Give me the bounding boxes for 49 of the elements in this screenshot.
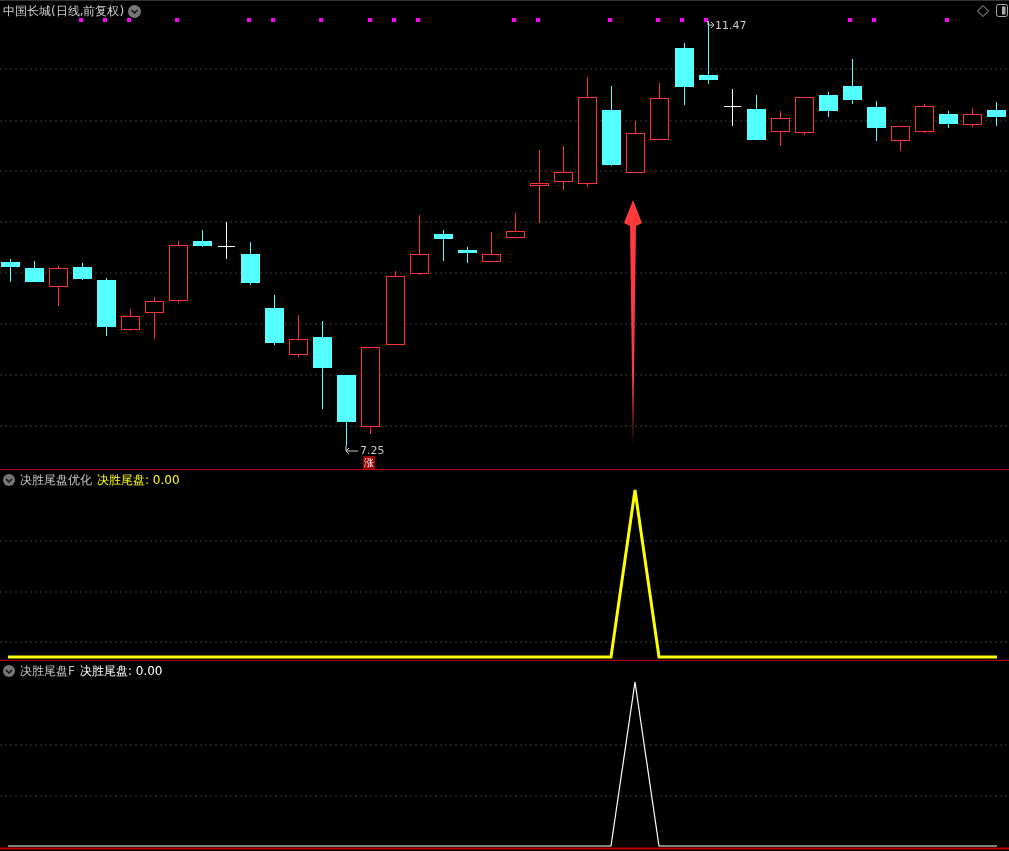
dropdown-icon[interactable] bbox=[3, 474, 15, 486]
candlestick bbox=[795, 96, 814, 136]
candlestick bbox=[289, 314, 308, 358]
price-label: 7.25 bbox=[360, 444, 385, 458]
dropdown-icon[interactable] bbox=[128, 4, 142, 18]
candlestick bbox=[434, 229, 453, 262]
dropdown-icon[interactable] bbox=[3, 665, 15, 677]
candlestick bbox=[25, 260, 44, 283]
candlestick bbox=[97, 277, 116, 337]
candlestick bbox=[49, 265, 68, 307]
candlestick bbox=[410, 214, 429, 276]
leader-line bbox=[345, 445, 359, 455]
price-label: 11.47 bbox=[715, 19, 747, 33]
candlestick bbox=[458, 246, 477, 264]
rise-marker: 涨 bbox=[363, 456, 375, 469]
candlestick bbox=[121, 308, 140, 332]
indicator-value: 决胜尾盘: 0.00 bbox=[79, 663, 163, 679]
diamond-icon[interactable] bbox=[977, 5, 989, 17]
indicator-name: 决胜尾盘F bbox=[20, 663, 75, 679]
candlestick bbox=[891, 125, 910, 152]
candlestick bbox=[987, 101, 1006, 127]
panel-toggle-icon[interactable] bbox=[996, 4, 1008, 17]
candlestick bbox=[867, 100, 886, 142]
indicator-name: 决胜尾盘优化 bbox=[20, 472, 92, 488]
candlestick bbox=[675, 42, 694, 106]
candlestick bbox=[747, 94, 766, 141]
candlestick bbox=[265, 294, 284, 346]
candlestick bbox=[554, 145, 573, 191]
candlestick bbox=[843, 58, 862, 105]
candlestick bbox=[217, 221, 236, 260]
candlestick bbox=[963, 107, 982, 128]
candlestick bbox=[1, 258, 20, 283]
candlestick bbox=[73, 262, 92, 281]
candlestick bbox=[650, 82, 669, 140]
candlestick bbox=[915, 103, 934, 134]
candlestick bbox=[482, 231, 501, 263]
candlestick bbox=[939, 110, 958, 129]
chart-title: 中国长城(日线,前复权) bbox=[3, 3, 125, 19]
candlestick bbox=[145, 296, 164, 340]
candlestick bbox=[193, 229, 212, 248]
candlestick bbox=[819, 91, 838, 118]
candlestick bbox=[506, 212, 525, 239]
leader-line bbox=[707, 20, 715, 29]
candlestick bbox=[723, 88, 742, 127]
candlestick bbox=[241, 241, 260, 286]
candlestick bbox=[169, 240, 188, 304]
candlestick bbox=[771, 110, 790, 147]
candlestick bbox=[626, 120, 645, 174]
indicator-value: 决胜尾盘: 0.00 bbox=[97, 472, 180, 488]
